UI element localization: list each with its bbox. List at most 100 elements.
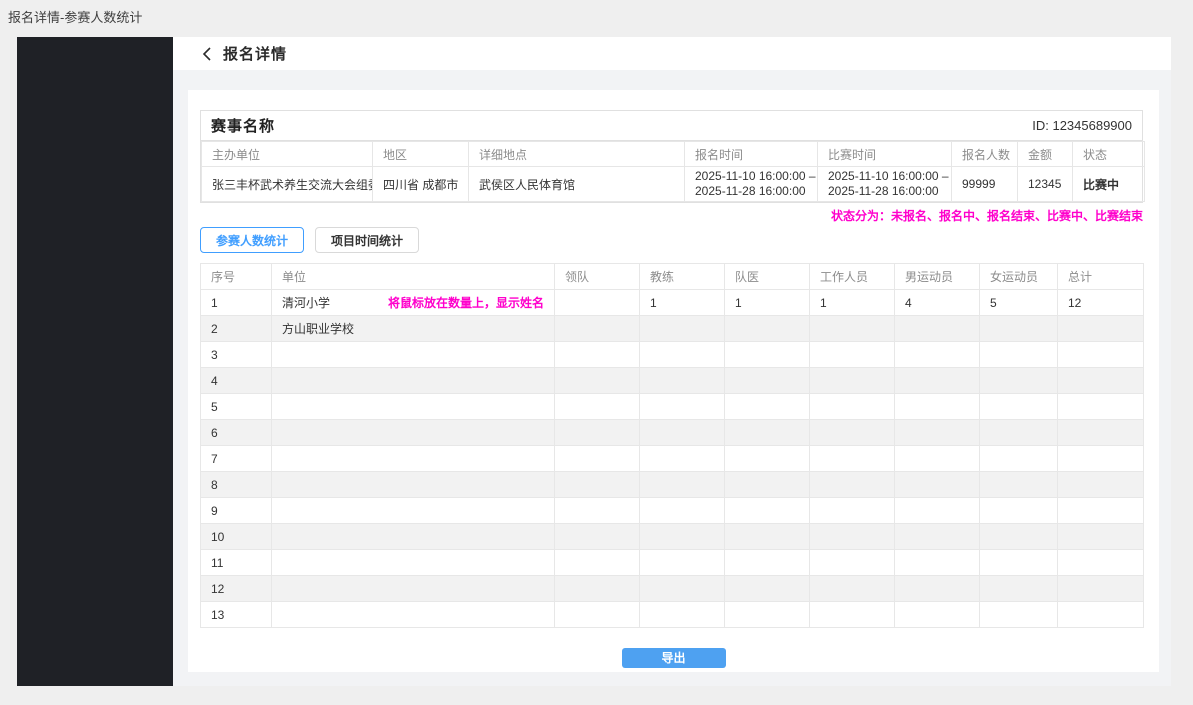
stats-cell: 1	[725, 290, 810, 316]
stats-cell	[1058, 446, 1144, 472]
stats-cell: 1	[810, 290, 895, 316]
stats-cell	[810, 472, 895, 498]
tab-participant-count-stats[interactable]: 参赛人数统计	[200, 227, 304, 253]
stats-cell	[980, 472, 1058, 498]
stats-cell	[1058, 394, 1144, 420]
chevron-left-icon[interactable]	[201, 47, 213, 61]
stats-column-header: 队医	[725, 264, 810, 290]
stats-cell	[895, 420, 980, 446]
row-index-cell: 12	[201, 576, 272, 602]
stats-cell	[1058, 472, 1144, 498]
row-index-cell: 3	[201, 342, 272, 368]
row-index-cell: 4	[201, 368, 272, 394]
table-row: 8	[201, 472, 1144, 498]
stats-cell	[725, 524, 810, 550]
event-name-title: 赛事名称	[211, 115, 275, 136]
row-index-cell: 2	[201, 316, 272, 342]
event-info-value: 2025-11-10 16:00:00 –2025-11-28 16:00:00	[685, 167, 818, 202]
stats-cell: 方山职业学校	[272, 316, 555, 342]
stats-cell	[725, 602, 810, 628]
stats-header-row: 序号单位领队教练队医工作人员男运动员女运动员总计	[201, 264, 1144, 290]
stats-cell	[272, 446, 555, 472]
stats-cell	[895, 602, 980, 628]
stats-cell	[895, 524, 980, 550]
stats-cell	[272, 420, 555, 446]
event-title-row: 赛事名称 ID: 12345689900	[201, 111, 1142, 141]
event-info-column-header: 主办单位	[202, 142, 373, 167]
hover-hint-note: 将鼠标放在数量上，显示姓名	[388, 294, 544, 311]
stats-cell	[895, 550, 980, 576]
stats-cell	[1058, 524, 1144, 550]
stats-cell	[895, 316, 980, 342]
event-info-table: 主办单位地区详细地点报名时间比赛时间报名人数金额状态 张三丰杯武术养生交流大会组…	[201, 141, 1145, 202]
stats-cell	[640, 524, 725, 550]
table-row: 10	[201, 524, 1144, 550]
stats-cell	[810, 576, 895, 602]
stats-cell	[895, 576, 980, 602]
event-info-value: 四川省 成都市	[373, 167, 469, 202]
stats-cell	[555, 290, 640, 316]
event-info-column-header: 报名时间	[685, 142, 818, 167]
table-row: 7	[201, 446, 1144, 472]
stats-cell	[980, 576, 1058, 602]
stats-cell	[725, 498, 810, 524]
stats-cell	[980, 550, 1058, 576]
stats-cell	[1058, 368, 1144, 394]
row-index-cell: 6	[201, 420, 272, 446]
stats-cell	[555, 342, 640, 368]
stats-column-header: 教练	[640, 264, 725, 290]
table-row: 3	[201, 342, 1144, 368]
stats-cell	[895, 342, 980, 368]
page-header: 报名详情	[173, 37, 1171, 70]
table-row: 9	[201, 498, 1144, 524]
stats-cell	[980, 342, 1058, 368]
tab-event-time-stats[interactable]: 项目时间统计	[315, 227, 419, 253]
stats-cell	[1058, 420, 1144, 446]
stats-column-header: 单位	[272, 264, 555, 290]
event-info-value: 2025-11-10 16:00:00 –2025-11-28 16:00:00	[818, 167, 952, 202]
stats-cell	[810, 394, 895, 420]
stats-column-header: 女运动员	[980, 264, 1058, 290]
stats-cell: 5	[980, 290, 1058, 316]
table-row: 11	[201, 550, 1144, 576]
stats-cell	[555, 498, 640, 524]
stats-cell	[555, 316, 640, 342]
stats-cell: 4	[895, 290, 980, 316]
export-button[interactable]: 导出	[622, 648, 726, 668]
stats-cell	[640, 602, 725, 628]
stats-cell	[810, 316, 895, 342]
row-index-cell: 5	[201, 394, 272, 420]
stats-cell	[272, 602, 555, 628]
stats-cell	[980, 394, 1058, 420]
row-index-cell: 1	[201, 290, 272, 316]
stats-cell	[272, 550, 555, 576]
event-info-value: 张三丰杯武术养生交流大会组委会	[202, 167, 373, 202]
stats-cell	[725, 342, 810, 368]
stats-cell	[640, 394, 725, 420]
event-info-column-header: 金额	[1018, 142, 1073, 167]
stats-cell	[555, 420, 640, 446]
stats-cell	[640, 576, 725, 602]
stats-cell	[895, 446, 980, 472]
stats-cell	[895, 368, 980, 394]
stats-cell	[272, 368, 555, 394]
stats-cell	[272, 394, 555, 420]
stats-cell	[555, 602, 640, 628]
unit-cell-with-note: 清河小学将鼠标放在数量上，显示姓名	[272, 290, 555, 316]
stats-cell	[640, 472, 725, 498]
stats-cell	[555, 472, 640, 498]
row-index-cell: 9	[201, 498, 272, 524]
app-window: 报名详情 赛事名称 ID: 12345689900 主办单位地区详细地点报名时间…	[17, 37, 1171, 686]
stats-cell	[810, 524, 895, 550]
event-info-value: 武侯区人民体育馆	[469, 167, 685, 202]
row-index-cell: 7	[201, 446, 272, 472]
stats-cell	[640, 420, 725, 446]
table-row: 1清河小学将鼠标放在数量上，显示姓名1114512	[201, 290, 1144, 316]
event-info-value: 12345	[1018, 167, 1073, 202]
event-status-value: 比赛中	[1073, 167, 1145, 202]
event-info-value: 99999	[952, 167, 1018, 202]
event-info-value-row: 张三丰杯武术养生交流大会组委会四川省 成都市武侯区人民体育馆2025-11-10…	[202, 167, 1145, 202]
stats-cell	[555, 446, 640, 472]
event-id: ID: 12345689900	[1032, 118, 1132, 133]
main-area: 报名详情 赛事名称 ID: 12345689900 主办单位地区详细地点报名时间…	[173, 37, 1171, 686]
